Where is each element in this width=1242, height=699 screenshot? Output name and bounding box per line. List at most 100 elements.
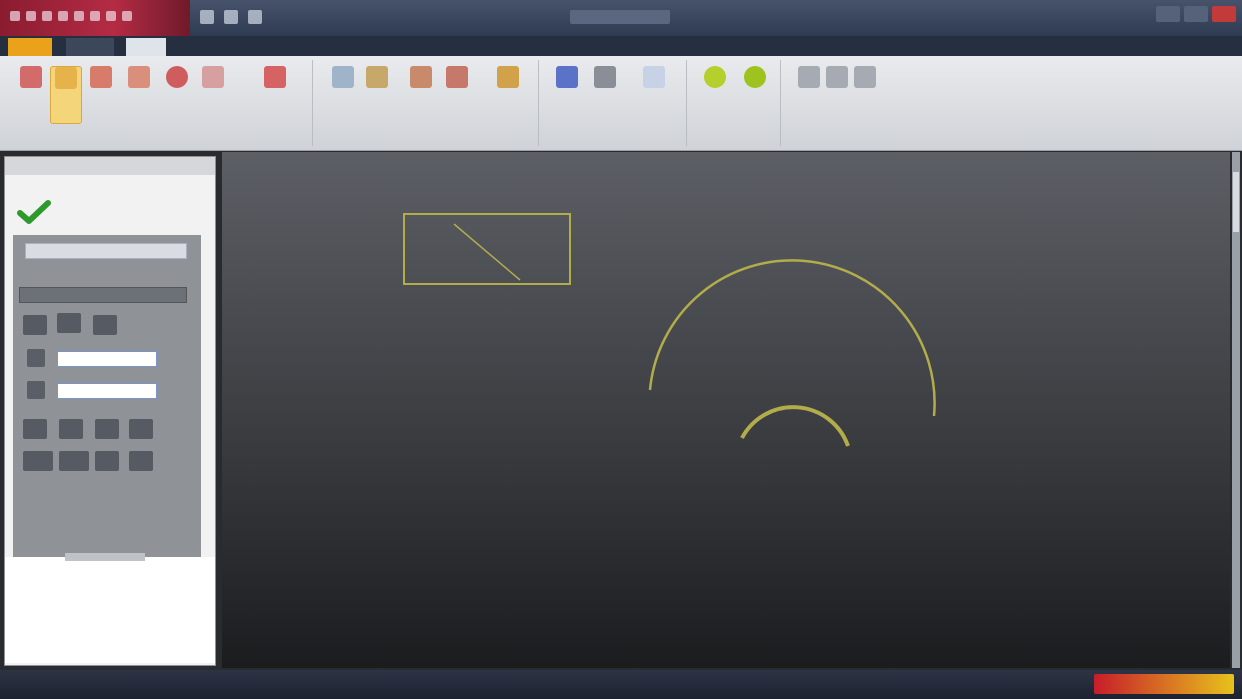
- status-bar: [0, 670, 1242, 699]
- rectangle-icon: [90, 66, 112, 88]
- panel-section-dropdown[interactable]: [19, 287, 187, 303]
- constraint-tool-1[interactable]: [552, 66, 582, 122]
- small-tool-icon: [854, 66, 876, 88]
- option-icon-7[interactable]: [129, 419, 153, 439]
- sketch-large-arc[interactable]: [648, 259, 936, 417]
- modify-tool-4[interactable]: [442, 66, 472, 122]
- qat-icon-4[interactable]: [74, 11, 84, 21]
- logo-badge: [1094, 674, 1234, 694]
- document-icon: [643, 66, 665, 88]
- qat-icon-7[interactable]: [122, 11, 132, 21]
- qat-icon-5[interactable]: [90, 11, 100, 21]
- tab-sketch-active[interactable]: [126, 38, 166, 56]
- mirror-icon: [497, 66, 519, 88]
- constraint-icon: [594, 66, 616, 88]
- option-icon-2[interactable]: [57, 313, 81, 333]
- app-menu-strip: [0, 0, 190, 36]
- trim-icon: [332, 66, 354, 88]
- ribbon-group-5: [788, 60, 878, 146]
- sketch-rectangle[interactable]: [403, 213, 571, 285]
- qat-icon-1[interactable]: [26, 11, 36, 21]
- ribbon-group-4: [694, 60, 781, 146]
- app-icon[interactable]: [10, 11, 20, 21]
- modify-tool-5[interactable]: [488, 66, 528, 122]
- qat-icon-6[interactable]: [106, 11, 116, 21]
- line-icon: [55, 67, 77, 89]
- maximize-button[interactable]: [1184, 6, 1208, 22]
- chamfer-icon: [410, 66, 432, 88]
- vertical-scrollbar[interactable]: [1232, 152, 1240, 668]
- modify-tool-2[interactable]: [362, 66, 392, 122]
- sketch-line[interactable]: [453, 223, 521, 281]
- panel-message-area: [5, 557, 215, 663]
- option-icon-11[interactable]: [129, 451, 153, 471]
- group5-tool-3[interactable]: [850, 66, 880, 122]
- spline-icon: [202, 66, 224, 88]
- dimension-icon: [556, 66, 578, 88]
- point-icon: [20, 66, 42, 88]
- arc-tool[interactable]: [124, 66, 154, 122]
- tab-4[interactable]: [180, 38, 224, 56]
- constraint-tool-3[interactable]: [632, 66, 676, 122]
- modify-tool-1[interactable]: [328, 66, 358, 122]
- option-icon-1[interactable]: [23, 315, 47, 335]
- group5-tool-2[interactable]: [822, 66, 852, 122]
- option-icon-3[interactable]: [93, 315, 117, 335]
- window-title: [570, 10, 670, 24]
- group5-tool-1[interactable]: [794, 66, 824, 122]
- arc-icon: [128, 66, 150, 88]
- offset-tool[interactable]: [250, 66, 300, 122]
- qat-icon-3[interactable]: [58, 11, 68, 21]
- redo-icon[interactable]: [248, 10, 262, 24]
- group4-tool-1[interactable]: [700, 66, 730, 122]
- qat-icon-2[interactable]: [42, 11, 52, 21]
- sketch-small-arc[interactable]: [740, 405, 850, 447]
- line-tool[interactable]: [50, 66, 82, 124]
- spline-tool[interactable]: [198, 66, 228, 122]
- option-icon-5[interactable]: [59, 419, 83, 439]
- close-button[interactable]: [1212, 6, 1236, 22]
- ribbon: [0, 56, 1242, 151]
- green-bulb-icon: [744, 66, 766, 88]
- x-value-field[interactable]: [57, 351, 157, 367]
- y-coordinate-icon: [27, 381, 45, 399]
- constraint-tool-2[interactable]: [590, 66, 620, 122]
- panel-selection-box[interactable]: [25, 243, 187, 259]
- green-bulb-icon: [704, 66, 726, 88]
- extend-icon: [366, 66, 388, 88]
- save-icon[interactable]: [200, 10, 214, 24]
- panel-header: [5, 157, 215, 175]
- point-tool[interactable]: [16, 66, 46, 122]
- tab-file[interactable]: [8, 38, 52, 56]
- modify-tool-3[interactable]: [406, 66, 436, 122]
- group4-tool-2[interactable]: [740, 66, 770, 122]
- title-bar: [0, 0, 1242, 36]
- option-icon-8[interactable]: [23, 451, 53, 471]
- undo-icon[interactable]: [224, 10, 238, 24]
- small-tool-icon: [798, 66, 820, 88]
- option-icon-6[interactable]: [95, 419, 119, 439]
- ribbon-tabs: [0, 36, 1242, 56]
- minimize-button[interactable]: [1156, 6, 1180, 22]
- ribbon-group-draw: [12, 60, 313, 146]
- ribbon-group-modify: [318, 60, 539, 146]
- sketch-geometry: [403, 213, 936, 447]
- panel-footer-label: [65, 553, 145, 561]
- x-coordinate-icon: [27, 349, 45, 367]
- circle-tool[interactable]: [162, 66, 192, 122]
- y-value-field[interactable]: [57, 383, 157, 399]
- drawing-canvas[interactable]: [222, 152, 1230, 668]
- rectangle-tool[interactable]: [86, 66, 116, 122]
- offset-icon: [264, 66, 286, 88]
- ribbon-group-constraints: [546, 60, 687, 146]
- circle-icon: [166, 66, 188, 88]
- scrollbar-thumb[interactable]: [1233, 172, 1239, 232]
- option-icon-4[interactable]: [23, 419, 47, 439]
- property-panel: [4, 156, 216, 666]
- fillet-icon: [446, 66, 468, 88]
- option-icon-10[interactable]: [95, 451, 119, 471]
- check-icon[interactable]: [17, 199, 51, 225]
- small-tool-icon: [826, 66, 848, 88]
- tab-2[interactable]: [66, 38, 114, 56]
- option-icon-9[interactable]: [59, 451, 89, 471]
